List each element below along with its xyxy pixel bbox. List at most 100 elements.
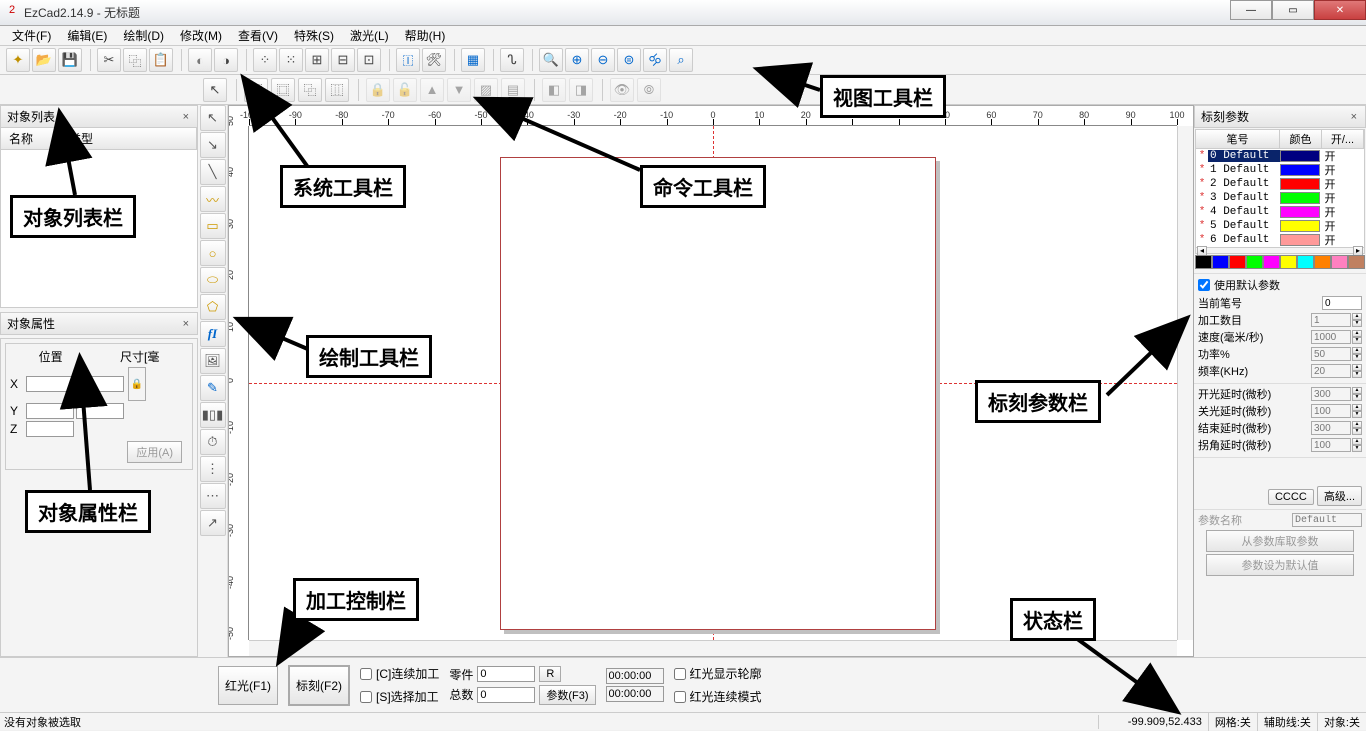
status-grid[interactable]: 网格:关 — [1208, 713, 1257, 731]
draw-circle-icon[interactable]: ○ — [200, 240, 226, 266]
draw-polygon-icon[interactable]: ⬠ — [200, 294, 226, 320]
snap-guide-icon[interactable]: ⊟ — [331, 48, 355, 72]
zoom-sel-icon[interactable]: ⌕ — [669, 48, 693, 72]
align-icon[interactable]: ▤ — [501, 78, 525, 102]
redo-icon[interactable]: ◑ — [214, 48, 238, 72]
size-y-input[interactable] — [76, 403, 124, 419]
object-list-close-icon[interactable]: × — [181, 111, 191, 123]
param-button[interactable]: 参数(F3) — [539, 685, 595, 705]
mirror-h-icon[interactable]: ◧ — [542, 78, 566, 102]
draw-extend-icon[interactable]: ↗ — [200, 510, 226, 536]
part-input[interactable] — [477, 666, 535, 682]
pen-row[interactable]: *4 Default开 — [1196, 205, 1364, 219]
on-delay-input[interactable] — [1311, 387, 1351, 401]
pen-table[interactable]: 笔号 颜色 开/... *0 Default开*1 Default开*2 Def… — [1195, 129, 1365, 254]
group-icon[interactable]: ⿺ — [244, 78, 268, 102]
ungroup-icon[interactable]: ⿴ — [271, 78, 295, 102]
snap-grid-icon[interactable]: ⊞ — [305, 48, 329, 72]
node-icon[interactable]: ⁙ — [279, 48, 303, 72]
menu-draw[interactable]: 绘制(D) — [115, 25, 172, 46]
minimize-button[interactable]: — — [1230, 0, 1272, 20]
show-outline-checkbox[interactable] — [674, 668, 686, 680]
undo-icon[interactable]: ◐ — [188, 48, 212, 72]
object-list-col-type[interactable]: 类型 — [61, 128, 197, 149]
count-input[interactable] — [1311, 313, 1351, 327]
tools-icon[interactable]: 🛠 — [422, 48, 446, 72]
break-icon[interactable]: ⿲ — [325, 78, 349, 102]
end-delay-input[interactable] — [1311, 421, 1351, 435]
draw-node-icon[interactable]: ↘ — [200, 132, 226, 158]
size-x-input[interactable] — [76, 376, 124, 392]
color-swatch[interactable] — [1280, 255, 1297, 269]
menu-view[interactable]: 查看(V) — [230, 25, 286, 46]
red-light-button[interactable]: 红光(F1) — [218, 666, 278, 705]
cut-icon[interactable]: ✂ — [97, 48, 121, 72]
pen-row[interactable]: *1 Default开 — [1196, 163, 1364, 177]
param-name-input[interactable] — [1292, 513, 1362, 527]
menu-help[interactable]: 帮助(H) — [397, 25, 454, 46]
power-input[interactable] — [1311, 347, 1351, 361]
apply-button[interactable]: 应用(A) — [127, 441, 182, 463]
close-button[interactable]: ✕ — [1314, 0, 1366, 20]
to-back-icon[interactable]: ▼ — [447, 78, 471, 102]
lock-icon[interactable]: 🔒 — [366, 78, 390, 102]
pen-row[interactable]: *0 Default开 — [1196, 149, 1364, 163]
cur-pen-input[interactable] — [1322, 296, 1362, 310]
color-palette[interactable] — [1195, 255, 1365, 269]
draw-timer-icon[interactable]: ⏱ — [200, 429, 226, 455]
cccc-button[interactable]: CCCC — [1268, 489, 1314, 505]
zoom-icon[interactable]: 🔍 — [539, 48, 563, 72]
zoom-fit-icon[interactable]: ⊜ — [617, 48, 641, 72]
mark-button[interactable]: 标刻(F2) — [288, 665, 350, 706]
draw-vector-icon[interactable]: ✎ — [200, 375, 226, 401]
menu-file[interactable]: 文件(F) — [4, 25, 59, 46]
draw-select-icon[interactable]: ↖ — [200, 105, 226, 131]
menu-special[interactable]: 特殊(S) — [286, 25, 342, 46]
draw-rect-icon[interactable]: ▭ — [200, 213, 226, 239]
speed-input[interactable] — [1311, 330, 1351, 344]
new-file-icon[interactable]: ✦ — [6, 48, 30, 72]
menu-edit[interactable]: 编辑(E) — [59, 25, 115, 46]
color-swatch[interactable] — [1246, 255, 1263, 269]
draw-barcode-icon[interactable]: ▮▯▮ — [200, 402, 226, 428]
zoom-all-icon[interactable]: 🝰 — [643, 48, 667, 72]
eye-off-icon[interactable]: ⦾ — [637, 78, 661, 102]
pick-icon[interactable]: ⁘ — [253, 48, 277, 72]
draw-line-icon[interactable]: ╲ — [200, 159, 226, 185]
freq-input[interactable] — [1311, 364, 1351, 378]
menu-modify[interactable]: 修改(M) — [172, 25, 230, 46]
pen-row[interactable]: *2 Default开 — [1196, 177, 1364, 191]
draw-ellipse-icon[interactable]: ⬭ — [200, 267, 226, 293]
select-mark-checkbox[interactable] — [360, 691, 372, 703]
r-button[interactable]: R — [539, 666, 561, 682]
use-default-checkbox[interactable] — [1198, 279, 1210, 291]
set-default-button[interactable]: 参数设为默认值 — [1206, 554, 1354, 576]
color-swatch[interactable] — [1195, 255, 1212, 269]
color-swatch[interactable] — [1297, 255, 1314, 269]
port-icon[interactable]: ᔐ — [500, 48, 524, 72]
maximize-button[interactable]: ▭ — [1272, 0, 1314, 20]
draw-image-icon[interactable]: 🖼 — [200, 348, 226, 374]
save-file-icon[interactable]: 💾 — [58, 48, 82, 72]
fill-icon[interactable]: ▨ — [474, 78, 498, 102]
snap-obj-icon[interactable]: ⊡ — [357, 48, 381, 72]
draw-curve-icon[interactable]: 〰 — [200, 186, 226, 212]
off-delay-input[interactable] — [1311, 404, 1351, 418]
from-lib-button[interactable]: 从参数库取参数 — [1206, 530, 1354, 552]
eye-icon[interactable]: 👁 — [610, 78, 634, 102]
pos-y-input[interactable] — [26, 403, 74, 419]
color-swatch[interactable] — [1263, 255, 1280, 269]
draw-text-icon[interactable]: fI — [200, 321, 226, 347]
menu-laser[interactable]: 激光(L) — [342, 25, 397, 46]
pen-row[interactable]: *3 Default开 — [1196, 191, 1364, 205]
object-list-col-name[interactable]: 名称 — [1, 128, 61, 149]
object-prop-close-icon[interactable]: × — [181, 318, 191, 330]
status-guide[interactable]: 辅助线:关 — [1257, 713, 1317, 731]
copy-icon[interactable]: ⿻ — [123, 48, 147, 72]
advanced-button[interactable]: 高级... — [1317, 486, 1362, 506]
color-swatch[interactable] — [1229, 255, 1246, 269]
to-front-icon[interactable]: ▲ — [420, 78, 444, 102]
paste-icon[interactable]: 📋 — [149, 48, 173, 72]
status-snap[interactable]: 对象:关 — [1317, 713, 1366, 731]
mirror-v-icon[interactable]: ◨ — [569, 78, 593, 102]
